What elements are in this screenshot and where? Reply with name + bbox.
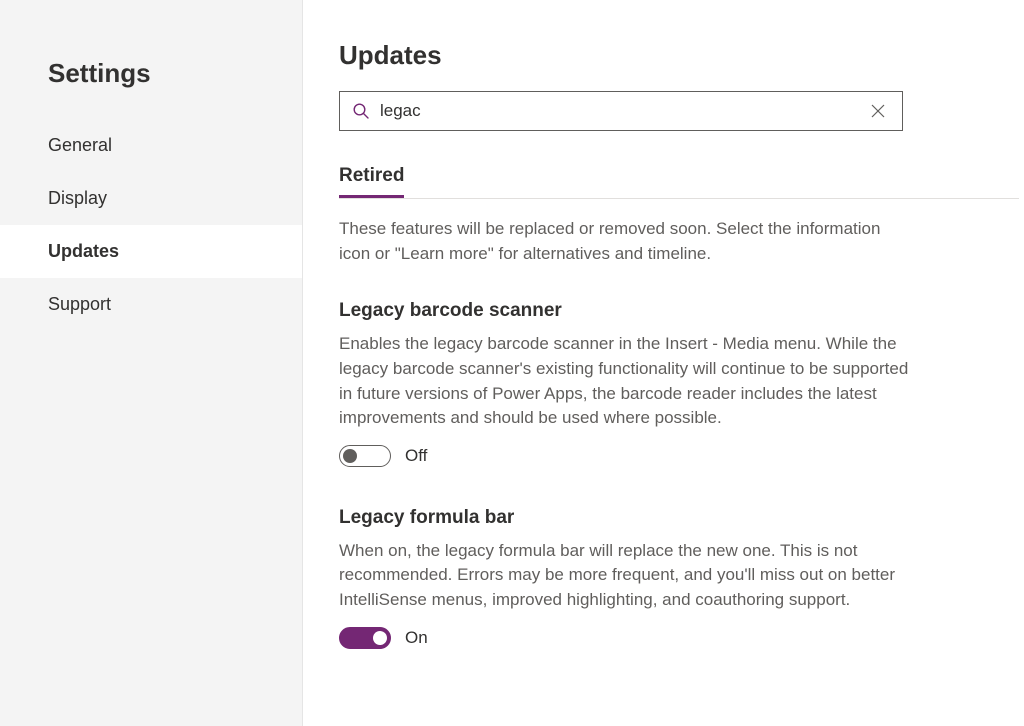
search-input[interactable] — [380, 101, 866, 121]
sidebar-item-updates[interactable]: Updates — [0, 225, 302, 278]
search-icon — [352, 102, 370, 120]
toggle-knob — [373, 631, 387, 645]
toggle-legacy-barcode-scanner[interactable] — [339, 445, 391, 467]
toggle-row: On — [339, 627, 924, 649]
toggle-row: Off — [339, 445, 924, 467]
feature-title: Legacy formula bar — [339, 507, 924, 529]
feature-description: When on, the legacy formula bar will rep… — [339, 539, 924, 613]
tab-retired[interactable]: Retired — [339, 157, 404, 198]
search-box[interactable] — [339, 91, 903, 131]
toggle-state-label: Off — [405, 446, 427, 466]
toggle-state-label: On — [405, 628, 428, 648]
toggle-knob — [343, 449, 357, 463]
feature-description: Enables the legacy barcode scanner in th… — [339, 332, 924, 431]
sidebar-item-display[interactable]: Display — [0, 172, 302, 225]
feature-legacy-barcode-scanner: Legacy barcode scanner Enables the legac… — [339, 300, 924, 467]
close-icon — [870, 103, 886, 119]
page-title: Updates — [339, 40, 1024, 71]
tab-bar: Retired — [339, 157, 1019, 199]
feature-legacy-formula-bar: Legacy formula bar When on, the legacy f… — [339, 507, 924, 649]
feature-title: Legacy barcode scanner — [339, 300, 924, 322]
settings-sidebar: Settings General Display Updates Support — [0, 0, 303, 726]
clear-search-button[interactable] — [866, 99, 890, 123]
sidebar-title: Settings — [0, 58, 302, 119]
sidebar-item-general[interactable]: General — [0, 119, 302, 172]
sidebar-item-support[interactable]: Support — [0, 278, 302, 331]
toggle-legacy-formula-bar[interactable] — [339, 627, 391, 649]
main-content: Updates Retired These features will be r… — [303, 0, 1024, 726]
section-description: These features will be replaced or remov… — [339, 217, 899, 266]
